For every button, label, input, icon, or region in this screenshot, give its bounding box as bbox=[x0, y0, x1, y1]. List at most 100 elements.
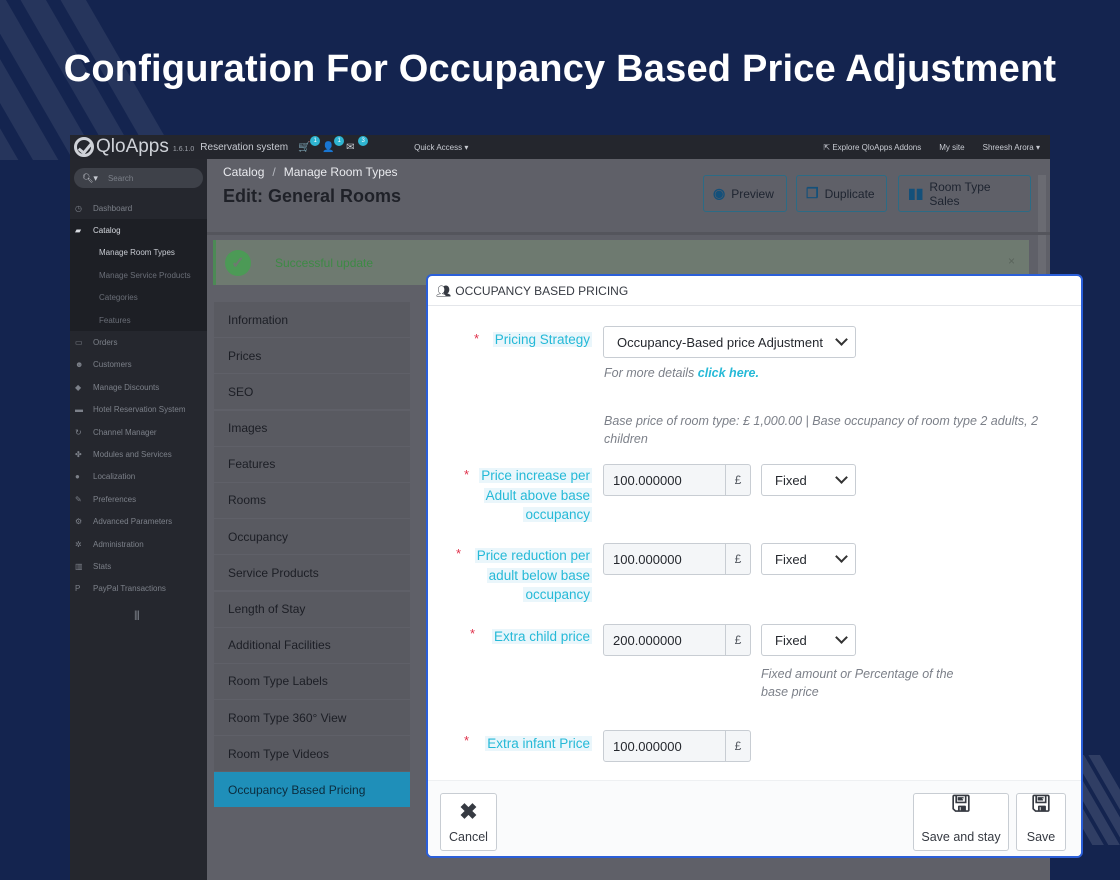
dashboard-icon: ◷ bbox=[75, 203, 82, 213]
collapse-sidebar-icon[interactable]: ||| bbox=[134, 610, 207, 621]
save-label: Save bbox=[1026, 830, 1056, 844]
tab-service-products[interactable]: Service Products bbox=[214, 555, 410, 591]
sidebar-item-channel-manager[interactable]: ↻ Channel Manager bbox=[70, 421, 207, 443]
quick-access-dropdown[interactable]: Quick Access ▾ bbox=[414, 143, 468, 152]
floppy-disk-icon: 🖫 bbox=[1031, 791, 1051, 816]
messages-badge: 3 bbox=[358, 135, 369, 146]
adult-reduction-label: Price reduction per adult below base occ… bbox=[474, 548, 592, 602]
my-site-link[interactable]: My site bbox=[939, 143, 964, 152]
explore-addons-link[interactable]: ⇱ Explore QloApps Addons bbox=[823, 143, 921, 152]
tab-information[interactable]: Information bbox=[214, 302, 410, 337]
sidebar-item-modules[interactable]: ✤ Modules and Services bbox=[70, 443, 207, 465]
adult-reduction-type-select[interactable]: Fixed bbox=[761, 543, 856, 575]
extra-infant-input[interactable]: 100.000000 bbox=[603, 730, 726, 762]
cart-icon[interactable]: 🛒 1 bbox=[298, 135, 321, 153]
wrench-icon: ✎ bbox=[75, 494, 82, 504]
room-type-sales-button[interactable]: ▮▮ Room Type Sales bbox=[898, 175, 1031, 212]
messages-icon[interactable]: ✉ 3 bbox=[346, 135, 369, 153]
cart-badge: 1 bbox=[310, 135, 321, 146]
chevron-down-icon bbox=[835, 471, 848, 484]
tab-room-type-labels[interactable]: Room Type Labels bbox=[214, 663, 410, 699]
tab-occupancy-based-pricing[interactable]: Occupancy Based Pricing bbox=[214, 772, 410, 808]
type-value: Fixed bbox=[775, 551, 807, 567]
breadcrumb-current[interactable]: Manage Room Types bbox=[284, 165, 398, 179]
extra-child-label: Extra child price bbox=[491, 629, 592, 644]
click-here-link[interactable]: click here. bbox=[698, 366, 759, 380]
base-occupancy-info: Base price of room type: £ 1,000.00 | Ba… bbox=[604, 414, 1039, 446]
tab-prices[interactable]: Prices bbox=[214, 338, 410, 374]
extra-child-type-select[interactable]: Fixed bbox=[761, 624, 856, 656]
extra-child-input[interactable]: 200.000000 bbox=[603, 624, 726, 656]
stats-icon: ▥ bbox=[75, 561, 83, 571]
page-title: Edit: General Rooms bbox=[223, 186, 402, 206]
save-button[interactable]: 🖫 Save bbox=[1016, 791, 1066, 851]
panel-footer: ✖ Cancel 🖫 Save and stay 🖫 Save bbox=[428, 780, 1081, 856]
tab-room-type-videos[interactable]: Room Type Videos bbox=[214, 736, 410, 772]
tab-features[interactable]: Features bbox=[214, 446, 410, 482]
discount-icon: ◆ bbox=[75, 382, 82, 392]
adult-reduction-input[interactable]: 100.000000 bbox=[603, 543, 726, 575]
header-divider bbox=[207, 232, 1050, 235]
top-bar: QloApps 1.6.1.0 Reservation system 🛒 1 👤 1… bbox=[70, 135, 1050, 159]
sidebar-item-label: Catalog bbox=[93, 226, 121, 236]
tab-room-type-360-view[interactable]: Room Type 360° View bbox=[214, 700, 410, 736]
reservation-system-link[interactable]: Reservation system bbox=[200, 142, 288, 153]
panel-header: 👥︎ OCCUPANCY BASED PRICING bbox=[428, 276, 1081, 306]
eye-icon: ◉ bbox=[713, 185, 726, 201]
customer-badge: 1 bbox=[334, 135, 345, 146]
required-marker: * bbox=[470, 626, 476, 641]
tab-seo[interactable]: SEO bbox=[214, 374, 410, 410]
tab-length-of-stay[interactable]: Length of Stay bbox=[214, 591, 410, 627]
sidebar-item-orders[interactable]: ▭ Orders bbox=[70, 331, 207, 353]
tab-additional-facilities[interactable]: Additional Facilities bbox=[214, 627, 410, 663]
sidebar-item-catalog[interactable]: ▰ Catalog bbox=[70, 219, 207, 242]
search-input[interactable]: 🔍︎▾ Search bbox=[74, 168, 203, 188]
sidebar-item-advanced-parameters[interactable]: ⚙ Advanced Parameters bbox=[70, 510, 207, 532]
sidebar-item-label: Preferences bbox=[93, 494, 137, 504]
sidebar-item-customers[interactable]: ☻ Customers bbox=[70, 354, 207, 376]
close-icon[interactable]: × bbox=[1008, 254, 1015, 268]
sidebar-item-label: Stats bbox=[93, 561, 112, 571]
sidebar-item-localization[interactable]: ● Localization bbox=[70, 466, 207, 488]
duplicate-label: Duplicate bbox=[824, 186, 875, 201]
paypal-icon: P bbox=[75, 584, 81, 594]
sidebar-item-label: Channel Manager bbox=[93, 427, 157, 437]
sidebar-item-label: Localization bbox=[93, 472, 136, 482]
sidebar-item-label: Orders bbox=[93, 338, 118, 348]
adult-increase-label: Price increase per Adult above base occu… bbox=[479, 468, 592, 522]
tab-occupancy[interactable]: Occupancy bbox=[214, 519, 410, 555]
save-and-stay-label: Save and stay bbox=[921, 830, 1001, 844]
sidebar-subitem-manage-room-types[interactable]: Manage Room Types bbox=[70, 241, 207, 265]
cancel-button[interactable]: ✖ Cancel bbox=[440, 793, 497, 851]
required-marker: * bbox=[464, 733, 470, 748]
tab-images[interactable]: Images bbox=[214, 410, 410, 446]
sidebar-subitem-features[interactable]: Features bbox=[70, 308, 207, 332]
sidebar-item-dashboard[interactable]: ◷ Dashboard bbox=[70, 197, 207, 219]
user-menu[interactable]: Shreesh Arora ▾ bbox=[983, 143, 1040, 152]
sidebar-subitem-manage-service-products[interactable]: Manage Service Products bbox=[70, 264, 207, 287]
customer-icon[interactable]: 👤 1 bbox=[322, 135, 345, 153]
adult-increase-type-select[interactable]: Fixed bbox=[761, 464, 856, 496]
sidebar-item-manage-discounts[interactable]: ◆ Manage Discounts bbox=[70, 376, 207, 398]
adult-increase-input[interactable]: 100.000000 bbox=[603, 464, 726, 496]
duplicate-button[interactable]: ❐ Duplicate bbox=[796, 175, 887, 212]
search-icon[interactable]: 🔍︎▾ bbox=[82, 173, 98, 184]
sidebar-item-hotel-reservation[interactable]: ▬ Hotel Reservation System bbox=[70, 399, 207, 421]
preview-button[interactable]: ◉ Preview bbox=[703, 175, 787, 212]
sidebar-item-stats[interactable]: ▥ Stats bbox=[70, 555, 207, 577]
extra-infant-label: Extra infant Price bbox=[485, 736, 592, 751]
addons-icon: ⇱ bbox=[823, 142, 831, 152]
users-icon: 👥︎ bbox=[436, 283, 452, 298]
pricing-strategy-select[interactable]: Occupancy-Based price Adjustment bbox=[603, 326, 856, 358]
save-and-stay-button[interactable]: 🖫 Save and stay bbox=[913, 791, 1009, 851]
required-marker: * bbox=[464, 467, 470, 482]
currency-addon: £ bbox=[726, 464, 751, 496]
sidebar-item-preferences[interactable]: ✎ Preferences bbox=[70, 488, 207, 510]
breadcrumb-parent[interactable]: Catalog bbox=[223, 165, 264, 179]
page-headline: Configuration For Occupancy Based Price … bbox=[63, 48, 1057, 90]
qloapps-logo[interactable]: QloApps 1.6.1.0 bbox=[70, 136, 200, 158]
sidebar-item-administration[interactable]: ✲ Administration bbox=[70, 533, 207, 555]
sidebar-subitem-categories[interactable]: Categories bbox=[70, 286, 207, 309]
sidebar-item-paypal[interactable]: P PayPal Transactions bbox=[70, 578, 207, 600]
tab-rooms[interactable]: Rooms bbox=[214, 482, 410, 518]
